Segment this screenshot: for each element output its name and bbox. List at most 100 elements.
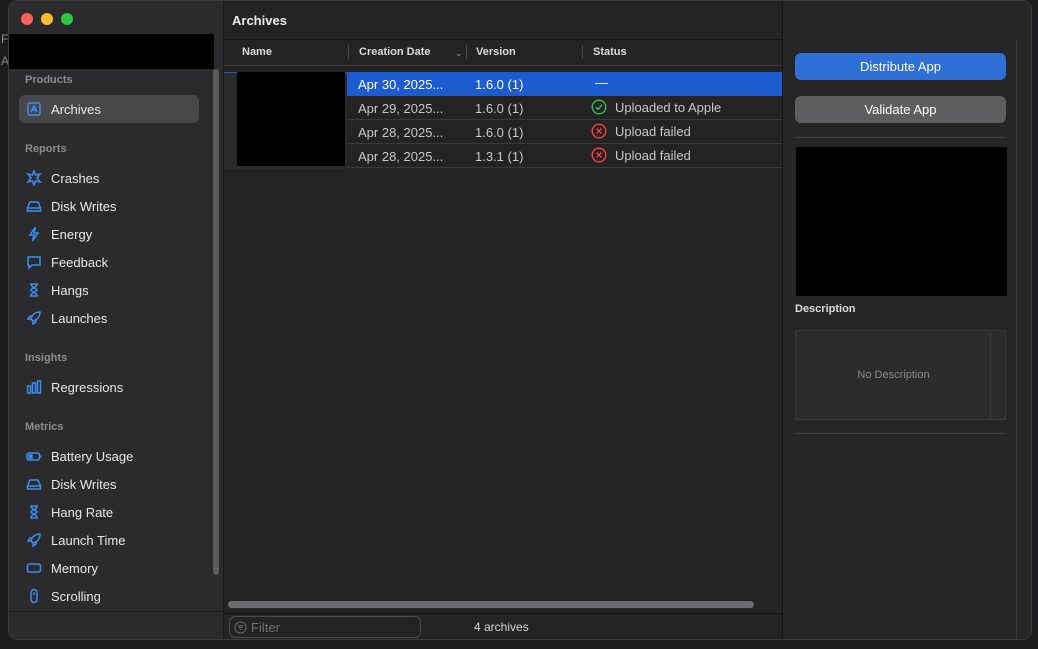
cell-status: Upload failed [591, 123, 691, 139]
sidebar-item-hang-rate[interactable]: Hang Rate [19, 498, 199, 526]
inspector-divider [795, 433, 1006, 434]
sidebar-item-label: Disk Writes [51, 476, 117, 492]
archive-icon [25, 100, 43, 118]
cell-version: 1.6.0 (1) [475, 125, 524, 140]
cell-version: 1.6.0 (1) [475, 101, 524, 116]
page-title: Archives [232, 13, 287, 28]
sidebar: Products Archives Reports Crashes Disk W… [9, 1, 224, 639]
hourglass-icon [25, 503, 43, 521]
sidebar-item-label: Archives [51, 101, 101, 117]
sidebar-scrollbar[interactable] [213, 69, 219, 575]
sidebar-item-launches[interactable]: Launches [19, 304, 199, 332]
status-text: — [595, 75, 608, 90]
sidebar-item-scrolling[interactable]: Scrolling [19, 582, 199, 610]
sidebar-item-label: Energy [51, 226, 93, 242]
inspector-panel: Distribute App Validate App Description … [782, 1, 1031, 639]
app-icon-redacted [237, 72, 345, 166]
cell-date: Apr 28, 2025... [358, 149, 444, 164]
feedback-icon [25, 253, 43, 271]
x-circle-icon [591, 147, 607, 163]
window-controls [21, 13, 73, 25]
section-metrics: Metrics [25, 421, 64, 433]
cell-status: Uploaded to Apple [591, 99, 721, 115]
distribute-app-button[interactable]: Distribute App [795, 53, 1006, 80]
sidebar-item-label: Regressions [51, 379, 124, 395]
cell-status: Upload failed [591, 147, 691, 163]
sidebar-item-label: Crashes [51, 170, 100, 186]
sidebar-footer-divider [9, 611, 223, 612]
horizontal-scrollbar[interactable] [228, 601, 754, 608]
cell-version: 1.6.0 (1) [475, 77, 524, 92]
disk-icon [25, 197, 43, 215]
column-creation-date[interactable]: Creation Date [359, 46, 431, 58]
cell-version: 1.3.1 (1) [475, 149, 524, 164]
column-name[interactable]: Name [242, 46, 272, 58]
filter-icon [234, 620, 247, 634]
close-button[interactable] [21, 13, 33, 25]
description-scrollbar[interactable] [990, 331, 1005, 419]
sidebar-item-label: Disk Writes [51, 198, 117, 214]
description-placeholder: No Description [857, 369, 930, 381]
archive-count: 4 archives [474, 620, 529, 634]
app-selector-redacted[interactable] [9, 34, 214, 69]
section-insights: Insights [25, 352, 68, 364]
section-reports: Reports [25, 143, 67, 155]
sidebar-item-label: Feedback [51, 254, 109, 270]
sidebar-item-battery-usage[interactable]: Battery Usage [19, 442, 199, 470]
rocket-icon [25, 309, 43, 327]
validate-app-button[interactable]: Validate App [795, 96, 1006, 123]
sidebar-item-archives[interactable]: Archives [19, 95, 199, 123]
sidebar-item-disk-writes[interactable]: Disk Writes [19, 192, 199, 220]
footer-divider [224, 613, 782, 614]
sidebar-item-memory[interactable]: Memory [19, 554, 199, 582]
column-version[interactable]: Version [476, 46, 516, 58]
checkmark-circle-icon [591, 99, 607, 115]
cell-date: Apr 28, 2025... [358, 125, 444, 140]
sidebar-item-label: Memory [51, 560, 98, 576]
sidebar-item-energy[interactable]: Energy [19, 220, 199, 248]
archives-pane: Archives Name Creation Date ⌄ Version St… [224, 1, 782, 639]
bolt-icon [25, 225, 43, 243]
organizer-window: Products Archives Reports Crashes Disk W… [8, 0, 1032, 640]
column-separator [348, 45, 349, 59]
filter-placeholder: Filter [251, 619, 280, 635]
inspector-divider [795, 137, 1006, 138]
scroll-icon [25, 587, 43, 605]
sidebar-item-hangs[interactable]: Hangs [19, 276, 199, 304]
cell-date: Apr 30, 2025... [358, 77, 444, 92]
description-field[interactable]: No Description [795, 330, 1006, 420]
sidebar-item-launch-time[interactable]: Launch Time [19, 526, 199, 554]
memory-icon [25, 559, 43, 577]
cell-status: — [591, 75, 608, 90]
chevron-down-icon: ⌄ [455, 48, 463, 58]
sidebar-item-feedback[interactable]: Feedback [19, 248, 199, 276]
sidebar-item-label: Battery Usage [51, 448, 134, 464]
sidebar-item-label: Hang Rate [51, 504, 114, 520]
column-separator [466, 45, 467, 59]
status-text: Upload failed [615, 123, 691, 139]
sidebar-item-label: Scrolling [51, 588, 101, 604]
status-text: Upload failed [615, 147, 691, 163]
table-header: Name Creation Date ⌄ Version Status [224, 40, 782, 66]
sidebar-item-label: Launch Time [51, 532, 126, 548]
column-status[interactable]: Status [593, 46, 627, 58]
crash-icon [25, 169, 43, 187]
description-label: Description [795, 303, 856, 315]
x-circle-icon [591, 123, 607, 139]
sidebar-item-disk-writes-metric[interactable]: Disk Writes [19, 470, 199, 498]
sidebar-item-label: Launches [51, 310, 108, 326]
filter-field[interactable]: Filter [229, 616, 421, 638]
hourglass-icon [25, 281, 43, 299]
status-text: Uploaded to Apple [615, 99, 722, 115]
sidebar-item-regressions[interactable]: Regressions [19, 373, 199, 401]
inspector-scroll-track [1016, 39, 1017, 639]
section-products: Products [25, 74, 73, 86]
sidebar-item-label: Hangs [51, 282, 89, 298]
cell-date: Apr 29, 2025... [358, 101, 444, 116]
zoom-button[interactable] [61, 13, 73, 25]
sidebar-item-crashes[interactable]: Crashes [19, 164, 199, 192]
battery-icon [25, 447, 43, 465]
minimize-button[interactable] [41, 13, 53, 25]
disk-icon [25, 475, 43, 493]
archive-details-redacted [796, 147, 1007, 296]
